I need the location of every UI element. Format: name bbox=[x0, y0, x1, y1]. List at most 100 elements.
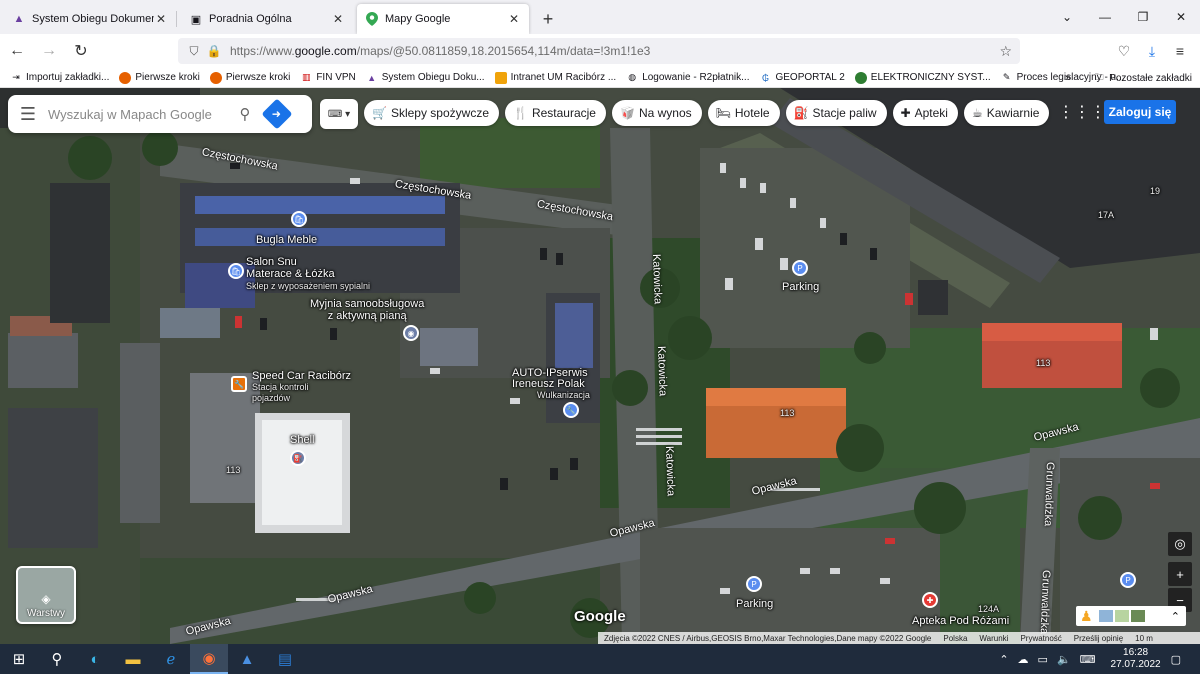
bookmark-star-icon[interactable]: ☆ bbox=[999, 43, 1012, 60]
keyboard-icon[interactable]: ⌨ bbox=[1080, 653, 1096, 666]
building-number: 113 bbox=[226, 465, 241, 475]
layers-button[interactable]: ◈ Warstwy bbox=[16, 566, 76, 624]
windows-start-icon[interactable]: ⊞ bbox=[0, 644, 38, 674]
inspection-pin-icon[interactable]: 🔧 bbox=[231, 376, 247, 392]
close-window-button[interactable]: ✕ bbox=[1162, 0, 1200, 34]
minimize-button[interactable]: — bbox=[1086, 0, 1124, 34]
reload-button[interactable]: ↻ bbox=[66, 36, 96, 66]
forward-button[interactable]: → bbox=[34, 36, 64, 66]
bookmark-item[interactable]: Pierwsze kroki bbox=[119, 71, 200, 84]
chip-grocery[interactable]: 🛒 Sklepy spożywcze bbox=[364, 100, 499, 126]
search-icon[interactable]: ⚲ bbox=[228, 105, 262, 123]
bookmark-item[interactable]: ◍ Logowanie - R2płatnik... bbox=[626, 72, 749, 84]
road-label[interactable]: Katowicka bbox=[663, 446, 677, 497]
road-label[interactable]: Katowicka bbox=[655, 346, 669, 397]
internet-explorer-icon[interactable]: ℯ bbox=[152, 644, 190, 674]
apps-grid-icon[interactable]: ⋮⋮⋮ bbox=[1058, 102, 1106, 122]
chevron-down-icon[interactable]: ⌄ bbox=[1048, 0, 1086, 34]
chip-hotels[interactable]: 🛏 Hotele bbox=[707, 100, 780, 126]
place-label-salon[interactable]: Salon Snu Materace & Łóżka Sklep z wypos… bbox=[246, 256, 370, 292]
keyboard-input-selector[interactable]: ⌨ ▾ bbox=[320, 99, 358, 129]
tab-system-obiegu[interactable]: ▲ System Obiegu Dokumentów - ✕ bbox=[4, 4, 176, 34]
close-icon[interactable]: ✕ bbox=[154, 12, 168, 26]
store-pin-icon[interactable]: 🛍 bbox=[228, 263, 244, 279]
parking-pin-icon[interactable]: P bbox=[1120, 572, 1136, 588]
search-icon[interactable]: ⚲ bbox=[38, 644, 76, 674]
parking-pin-icon[interactable]: P bbox=[746, 576, 762, 592]
back-button[interactable]: ← bbox=[2, 36, 32, 66]
edge-icon[interactable]: ◐ bbox=[76, 644, 114, 674]
imagery-thumbnails[interactable] bbox=[1098, 610, 1147, 622]
close-icon[interactable]: ✕ bbox=[507, 12, 521, 26]
store-pin-icon[interactable]: 🛍 bbox=[291, 211, 307, 227]
url-bar[interactable]: ⛉ 🔒 https://www.google.com/maps/@50.0811… bbox=[178, 38, 1020, 64]
chip-pharmacies[interactable]: ✚ Apteki bbox=[892, 100, 958, 126]
clock[interactable]: 16:28 27.07.2022 bbox=[1111, 647, 1161, 671]
hamburger-menu-icon[interactable]: ☰ bbox=[8, 104, 48, 125]
chip-restaurants[interactable]: 🍴 Restauracje bbox=[505, 100, 606, 126]
chevron-up-icon[interactable]: ⌃ bbox=[1171, 610, 1180, 623]
bookmark-item[interactable]: ▥ FIN VPN bbox=[300, 72, 356, 84]
new-tab-button[interactable]: + bbox=[535, 4, 561, 34]
place-label-apteka[interactable]: Apteka Pod Różami bbox=[912, 615, 1009, 627]
road-label[interactable]: Grunwaldzka bbox=[1042, 462, 1056, 527]
chevron-right-icon[interactable]: » bbox=[1065, 72, 1071, 84]
carwash-pin-icon[interactable]: ◉ bbox=[403, 325, 419, 341]
place-label-parking[interactable]: Parking bbox=[736, 598, 773, 610]
feedback-link[interactable]: Prześlij opinię bbox=[1074, 634, 1123, 643]
tab-poradnia[interactable]: ▣ Poradnia Ogólna ✕ bbox=[181, 4, 353, 34]
privacy-link[interactable]: Prywatność bbox=[1020, 634, 1061, 643]
terms-link[interactable]: Warunki bbox=[979, 634, 1008, 643]
tire-service-pin-icon[interactable]: 🔧 bbox=[563, 402, 579, 418]
place-label-myjnia[interactable]: Myjnia samoobsługowa z aktywną pianą bbox=[310, 298, 424, 322]
zoom-in-button[interactable]: + bbox=[1168, 562, 1192, 586]
road-label[interactable]: Grunwaldzka bbox=[1038, 570, 1052, 635]
firefox-icon[interactable]: ◉ bbox=[190, 644, 228, 674]
toolbar-right: ♡ ⤓ ≡ bbox=[1110, 38, 1194, 64]
document-icon[interactable]: ▤ bbox=[266, 644, 304, 674]
pharmacy-pin-icon[interactable]: ✚ bbox=[922, 592, 938, 608]
bookmark-item[interactable]: ELEKTRONICZNY SYST... bbox=[854, 71, 991, 84]
map-canvas[interactable]: Częstochowska Częstochowska Częstochowsk… bbox=[0, 88, 1200, 644]
lock-icon[interactable]: 🔒 bbox=[204, 44, 224, 58]
place-label-bugla[interactable]: Bugla Meble bbox=[256, 234, 317, 246]
other-bookmarks-folder[interactable]: 🗀 Pozostałe zakładki bbox=[1093, 72, 1192, 84]
download-icon[interactable]: ⤓ bbox=[1138, 38, 1166, 64]
street-view-control[interactable]: ♟ ⌃ bbox=[1076, 606, 1186, 626]
bookmark-item[interactable]: Intranet UM Racibórz ... bbox=[494, 71, 616, 84]
pocket-icon[interactable]: ♡ bbox=[1110, 38, 1138, 64]
menu-icon[interactable]: ≡ bbox=[1166, 38, 1194, 64]
sign-in-button[interactable]: Zaloguj się bbox=[1104, 100, 1176, 124]
place-label-auto[interactable]: AUTO-IPserwis Ireneusz Polak Wulkanizacj… bbox=[512, 368, 590, 401]
tab-mapy-google[interactable]: Mapy Google ✕ bbox=[357, 4, 529, 34]
chip-gas-stations[interactable]: ⛽ Stacje paliw bbox=[785, 100, 887, 126]
close-icon[interactable]: ✕ bbox=[331, 12, 345, 26]
bookmark-item[interactable]: Pierwsze kroki bbox=[209, 71, 290, 84]
url-text[interactable]: https://www.google.com/maps/@50.0811859,… bbox=[230, 44, 650, 58]
place-label-speedcar[interactable]: Speed Car Racibórz Stacja kontroli pojaz… bbox=[252, 371, 351, 404]
onedrive-icon[interactable]: ☁ bbox=[1018, 653, 1029, 666]
volume-icon[interactable]: 🔈 bbox=[1057, 653, 1071, 666]
parking-pin-icon[interactable]: P bbox=[792, 260, 808, 276]
pegman-icon[interactable]: ♟ bbox=[1080, 608, 1093, 625]
directions-icon[interactable]: ➜ bbox=[261, 98, 293, 130]
my-location-icon[interactable]: ◎ bbox=[1168, 532, 1192, 556]
app-icon[interactable]: ▲ bbox=[228, 644, 266, 674]
shield-icon[interactable]: ⛉ bbox=[184, 44, 204, 59]
notifications-icon[interactable]: ▢ bbox=[1171, 653, 1181, 666]
chip-cafes[interactable]: ☕ Kawiarnie bbox=[963, 100, 1050, 126]
bookmark-item[interactable]: ⇥ Importuj zakładki... bbox=[10, 72, 109, 84]
restore-button[interactable]: ❐ bbox=[1124, 0, 1162, 34]
chevron-up-icon[interactable]: ⌃ bbox=[999, 653, 1008, 666]
search-input[interactable] bbox=[48, 106, 228, 122]
network-icon[interactable]: ▭ bbox=[1038, 653, 1048, 666]
bookmark-item[interactable]: ₲ GEOPORTAL 2 bbox=[759, 72, 845, 84]
bookmark-item[interactable]: ▲ System Obiegu Doku... bbox=[366, 72, 484, 84]
scale-label[interactable]: 10 m bbox=[1135, 634, 1153, 643]
file-explorer-icon[interactable]: ▬ bbox=[114, 644, 152, 674]
place-label-shell[interactable]: Shell bbox=[290, 434, 314, 446]
place-label-parking[interactable]: Parking bbox=[782, 281, 819, 293]
chip-takeout[interactable]: 🥡 Na wynos bbox=[611, 100, 702, 126]
road-label[interactable]: Katowicka bbox=[650, 254, 664, 305]
fuel-pin-icon[interactable]: ⛽ bbox=[290, 450, 306, 466]
